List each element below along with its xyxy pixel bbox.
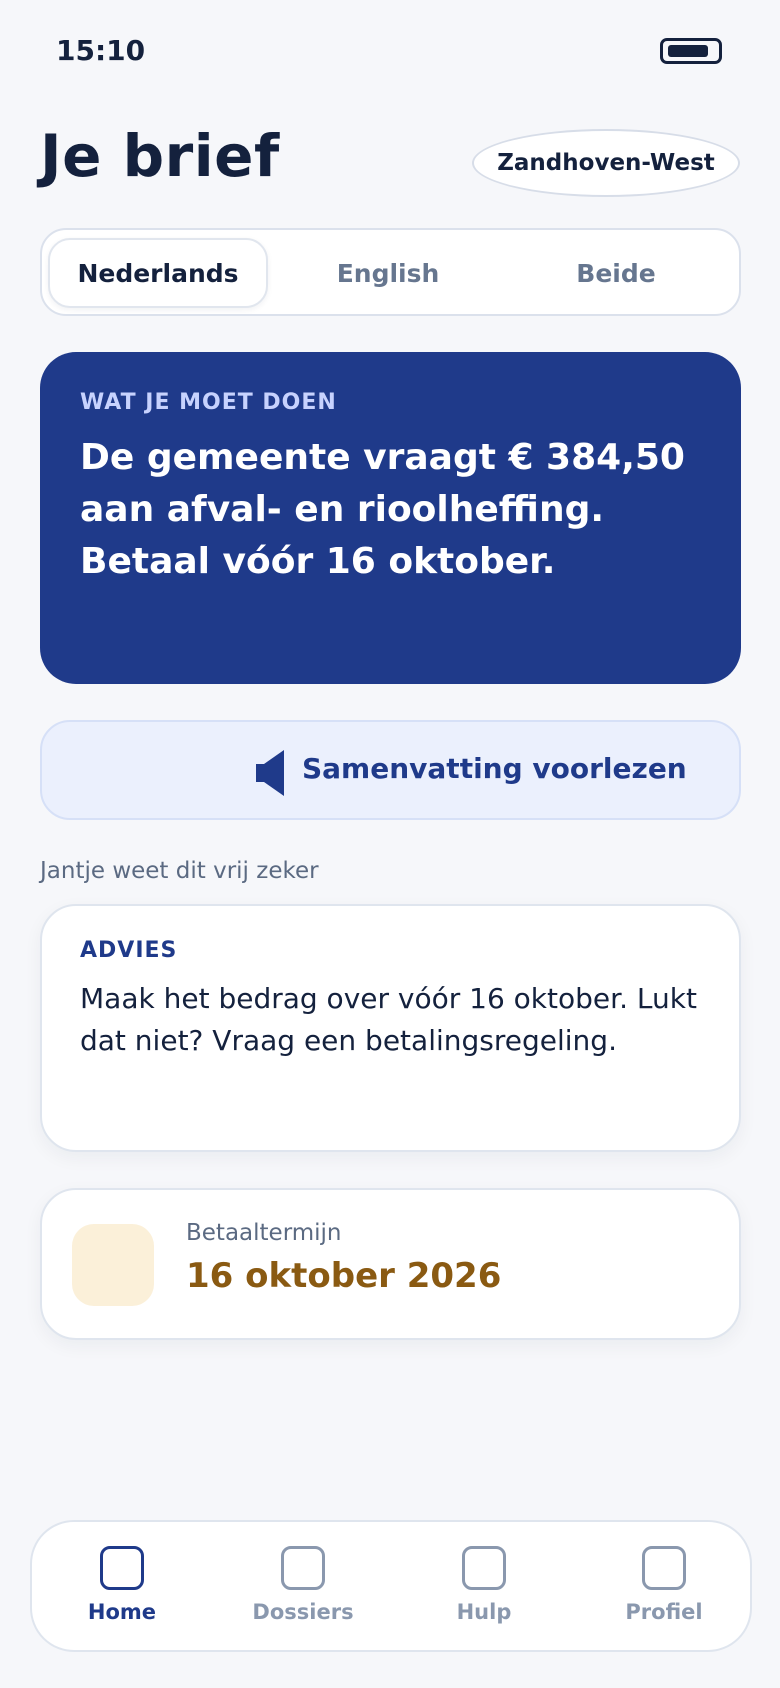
- advice-kicker: ADVIES: [80, 938, 178, 963]
- speaker-icon: [256, 750, 284, 796]
- advice-text: Maak het bedrag over vóór 16 oktober. Lu…: [80, 982, 697, 1057]
- deadline-card[interactable]: Betaaltermijn 16 oktober 2026: [40, 1188, 741, 1340]
- battery-level: [668, 45, 708, 57]
- bottom-nav: Home Dossiers Hulp Profiel: [30, 1520, 752, 1652]
- calendar-icon: [72, 1224, 154, 1306]
- help-icon: [462, 1546, 506, 1590]
- tab-nederlands[interactable]: Nederlands: [48, 238, 268, 308]
- nav-item-profiel[interactable]: Profiel: [594, 1546, 734, 1642]
- nav-label-home: Home: [87, 1600, 157, 1624]
- read-aloud-button[interactable]: Samenvatting voorlezen: [40, 720, 741, 820]
- battery-icon: [660, 38, 722, 64]
- screen: 15:10 Je brief Zandhoven-West Nederlands…: [0, 0, 780, 1688]
- deadline-label: Betaaltermijn: [186, 1220, 342, 1246]
- language-switch: Nederlands English Beide: [40, 228, 741, 316]
- deadline-date: 16 oktober 2026: [186, 1256, 502, 1296]
- profile-icon: [642, 1546, 686, 1590]
- region-badge[interactable]: Zandhoven-West: [472, 129, 740, 197]
- advice-card: ADVIES Maak het bedrag over vóór 16 okto…: [40, 904, 741, 1152]
- read-aloud-label: Samenvatting voorlezen: [302, 752, 687, 785]
- action-kicker: WAT JE MOET DOEN: [80, 390, 337, 415]
- page-title: Je brief: [40, 122, 280, 190]
- nav-label-hulp: Hulp: [456, 1600, 512, 1624]
- nav-item-dossiers[interactable]: Dossiers: [233, 1546, 373, 1642]
- home-icon: [100, 1546, 144, 1590]
- tab-english[interactable]: English: [278, 238, 498, 308]
- confidence-note: Jantje weet dit vrij zeker: [40, 858, 319, 884]
- tab-beide[interactable]: Beide: [506, 238, 726, 308]
- action-card: WAT JE MOET DOEN De gemeente vraagt € 38…: [40, 352, 741, 684]
- nav-item-hulp[interactable]: Hulp: [414, 1546, 554, 1642]
- status-time: 15:10: [56, 34, 146, 67]
- nav-item-home[interactable]: Home: [52, 1546, 192, 1642]
- action-summary: De gemeente vraagt € 384,50 aan afval- e…: [80, 437, 685, 582]
- nav-label-dossiers: Dossiers: [252, 1600, 354, 1624]
- nav-label-profiel: Profiel: [625, 1600, 703, 1624]
- folder-icon: [281, 1546, 325, 1590]
